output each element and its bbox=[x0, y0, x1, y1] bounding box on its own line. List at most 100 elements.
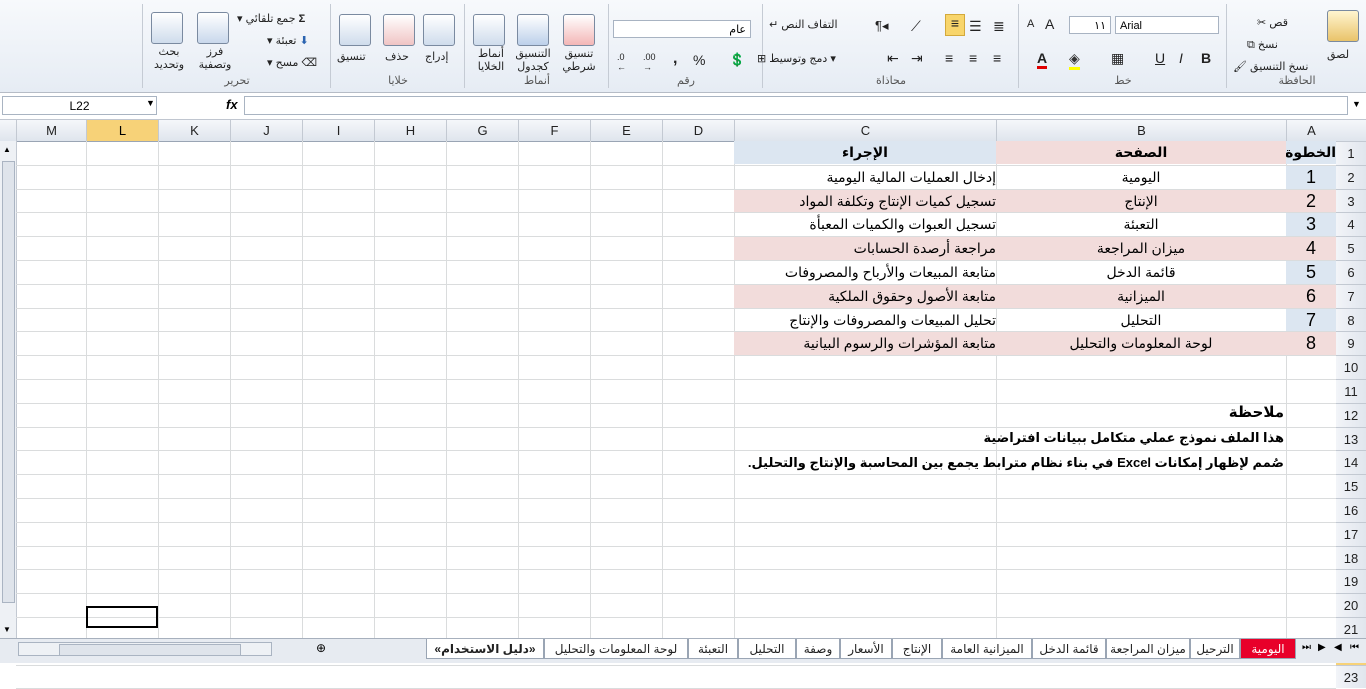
sort-filter-icon[interactable] bbox=[197, 12, 229, 44]
sheet-tab[interactable]: لوحة المعلومات والتحليل bbox=[544, 639, 688, 659]
table-cell-step[interactable]: 7 bbox=[1286, 308, 1336, 332]
row-header-16[interactable]: 16 bbox=[1336, 498, 1366, 522]
row-header-9[interactable]: 9 bbox=[1336, 331, 1366, 356]
fx-icon[interactable]: fx bbox=[226, 97, 238, 112]
table-cell-action[interactable]: متابعة المبيعات والأرباح والمصروفات bbox=[734, 261, 996, 284]
active-cell-L22[interactable] bbox=[86, 606, 158, 628]
borders-icon[interactable]: ▦ bbox=[1111, 50, 1124, 67]
row-header-11[interactable]: 11 bbox=[1336, 379, 1366, 403]
row-header-7[interactable]: 7 bbox=[1336, 283, 1366, 308]
table-cell-step[interactable]: 1 bbox=[1286, 165, 1336, 189]
hscroll-thumb[interactable] bbox=[59, 644, 241, 656]
italic-button[interactable]: I bbox=[1179, 50, 1183, 66]
column-header-F[interactable]: F bbox=[518, 120, 590, 141]
row-header-5[interactable]: 5 bbox=[1336, 236, 1366, 260]
table-cell-action[interactable]: تسجيل كميات الإنتاج وتكلفة المواد bbox=[734, 189, 996, 213]
tab-nav-first-icon[interactable]: ⏮ bbox=[1350, 642, 1359, 653]
table-cell-action[interactable]: متابعة المؤشرات والرسوم البيانية bbox=[734, 332, 996, 356]
font-name-combo[interactable]: Arial bbox=[1115, 16, 1219, 34]
table-cell-page[interactable]: الإنتاج bbox=[996, 189, 1286, 213]
table-cell-action[interactable]: إدخال العمليات المالية اليومية bbox=[734, 166, 996, 189]
sheet-tab[interactable]: التحليل bbox=[738, 639, 796, 659]
align-top-icon[interactable]: ≣ bbox=[993, 18, 1005, 35]
sheet-tab[interactable]: الإنتاج bbox=[892, 639, 942, 659]
table-cell-step[interactable]: 5 bbox=[1286, 261, 1336, 284]
row-header-20[interactable]: 20 bbox=[1336, 593, 1366, 617]
table-cell-page[interactable]: اليومية bbox=[996, 166, 1286, 189]
find-select-button[interactable]: بحث وتحديد bbox=[147, 46, 191, 72]
clear-button[interactable]: ▾ مسح ⌫ bbox=[267, 56, 317, 69]
copy-button[interactable]: ⧉ نسخ bbox=[1247, 38, 1278, 52]
note-line-2[interactable]: صُمم لإظهار إمكانات Excel في بناء نظام م… bbox=[700, 451, 1284, 474]
name-box[interactable]: L22 bbox=[2, 96, 157, 115]
binoculars-icon[interactable] bbox=[151, 12, 183, 44]
select-all-corner[interactable] bbox=[1336, 120, 1366, 141]
cell-styles-icon[interactable] bbox=[473, 14, 505, 46]
paste-icon[interactable] bbox=[1327, 10, 1359, 42]
number-format-combo[interactable]: عام bbox=[613, 20, 751, 38]
name-box-dropdown-icon[interactable]: ▼ bbox=[146, 98, 155, 108]
sort-filter-button[interactable]: فرز وتصفية bbox=[193, 46, 237, 72]
header-page[interactable]: الصفحة bbox=[996, 141, 1286, 164]
row-header-2[interactable]: 2 bbox=[1336, 164, 1366, 189]
underline-button[interactable]: U bbox=[1155, 50, 1165, 66]
table-cell-action[interactable]: تحليل المبيعات والمصروفات والإنتاج bbox=[734, 309, 996, 332]
increase-decimal-icon[interactable]: .00 → bbox=[643, 52, 656, 72]
column-header-C[interactable]: C bbox=[734, 120, 996, 141]
column-header-B[interactable]: B bbox=[996, 120, 1286, 141]
column-header-H[interactable]: H bbox=[374, 120, 446, 141]
header-action[interactable]: الإجراء bbox=[734, 141, 996, 164]
wrap-text-button[interactable]: ↵ التفاف النص bbox=[769, 18, 838, 31]
align-middle-icon[interactable]: ☰ bbox=[969, 18, 982, 35]
orientation-icon[interactable]: ⟋ bbox=[911, 18, 921, 35]
font-color-icon[interactable]: A bbox=[1037, 50, 1048, 69]
table-cell-step[interactable]: 6 bbox=[1286, 284, 1336, 308]
conditional-format-button[interactable]: تنسيق شرطي bbox=[557, 48, 601, 74]
table-cell-page[interactable]: ميزان المراجعة bbox=[996, 237, 1286, 260]
row-header-23[interactable]: 23 bbox=[1336, 664, 1366, 689]
align-center-icon[interactable]: ≡ bbox=[969, 50, 977, 66]
sheet-tab[interactable]: الأسعار bbox=[840, 639, 892, 659]
align-bottom-icon[interactable]: ≡ bbox=[945, 14, 965, 36]
table-cell-step[interactable]: 3 bbox=[1286, 213, 1336, 237]
column-header-L[interactable]: L bbox=[86, 120, 158, 141]
row-header-3[interactable]: 3 bbox=[1336, 188, 1366, 213]
row-header-1[interactable]: 1 bbox=[1336, 141, 1366, 165]
row-header-6[interactable]: 6 bbox=[1336, 260, 1366, 284]
column-header-J[interactable]: J bbox=[230, 120, 302, 141]
delete-cells-icon[interactable] bbox=[383, 14, 415, 46]
tab-nav-prev-icon[interactable]: ◀ bbox=[1334, 642, 1342, 653]
sheet-tab[interactable]: ميزان المراجعة bbox=[1106, 639, 1190, 659]
fill-button[interactable]: ▾ تعبئة ⬇ bbox=[267, 34, 309, 47]
shrink-font-icon[interactable]: A bbox=[1027, 18, 1034, 30]
conditional-format-icon[interactable] bbox=[563, 14, 595, 46]
table-cell-action[interactable]: تسجيل العبوات والكميات المعبأة bbox=[734, 213, 996, 236]
decrease-decimal-icon[interactable]: .0 ← bbox=[617, 52, 626, 72]
merge-center-button[interactable]: ⊞ دمج وتوسيط ▾ bbox=[757, 52, 836, 65]
scroll-down-icon[interactable]: ▼ bbox=[3, 625, 11, 634]
increase-indent-icon[interactable]: ⇥ bbox=[911, 50, 923, 67]
row-header-19[interactable]: 19 bbox=[1336, 569, 1366, 594]
row-header-8[interactable]: 8 bbox=[1336, 307, 1366, 332]
format-table-button[interactable]: التنسيق كجدول bbox=[511, 48, 555, 74]
row-header-14[interactable]: 14 bbox=[1336, 450, 1366, 475]
column-header-D[interactable]: D bbox=[662, 120, 734, 141]
table-cell-page[interactable]: التعبئة bbox=[996, 213, 1286, 236]
table-cell-step[interactable]: 8 bbox=[1286, 332, 1336, 356]
tab-nav-next-icon[interactable]: ▶ bbox=[1318, 642, 1326, 653]
cut-button[interactable]: ✂ قص bbox=[1257, 16, 1288, 29]
row-header-10[interactable]: 10 bbox=[1336, 355, 1366, 379]
sheet-tab[interactable]: وصفة bbox=[796, 639, 840, 659]
table-cell-page[interactable]: لوحة المعلومات والتحليل bbox=[996, 332, 1286, 356]
row-header-15[interactable]: 15 bbox=[1336, 474, 1366, 498]
row-header-13[interactable]: 13 bbox=[1336, 426, 1366, 451]
paste-button[interactable]: لصق bbox=[1327, 48, 1349, 61]
insert-button[interactable]: إدراج bbox=[425, 50, 448, 63]
sheet-tab[interactable]: قائمة الدخل bbox=[1032, 639, 1106, 659]
sheet-tab[interactable]: الترحيل bbox=[1190, 639, 1240, 659]
column-header-G[interactable]: G bbox=[446, 120, 518, 141]
column-header-E[interactable]: E bbox=[590, 120, 662, 141]
format-table-icon[interactable] bbox=[517, 14, 549, 46]
table-cell-action[interactable]: متابعة الأصول وحقوق الملكية bbox=[734, 284, 996, 308]
delete-button[interactable]: حذف bbox=[385, 50, 409, 63]
